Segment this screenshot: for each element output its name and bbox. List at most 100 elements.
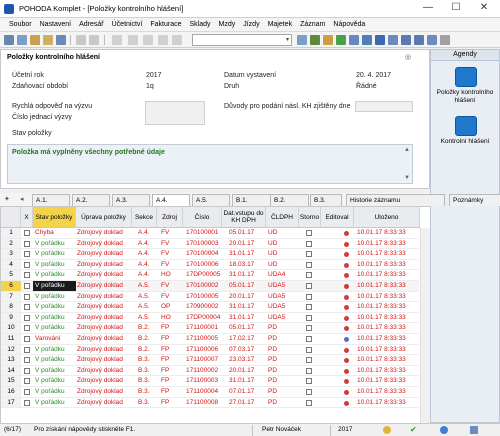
storno-checkbox[interactable] <box>306 314 312 321</box>
row-checkbox[interactable] <box>24 325 30 332</box>
table-row[interactable]: 16 V pořádku Zdrojový doklad B.3. FP 17110000… <box>1 387 419 398</box>
menu-item-5[interactable]: Sklady <box>185 18 214 31</box>
minimize-button[interactable]: — <box>414 1 442 16</box>
storno-checkbox[interactable] <box>306 399 312 406</box>
menu-item-9[interactable]: Záznam <box>296 18 329 31</box>
storno-checkbox[interactable] <box>306 389 312 395</box>
maximize-button[interactable]: ☐ <box>442 1 470 16</box>
column-header-9[interactable]: Storno <box>299 207 321 228</box>
reasons-date-field[interactable] <box>355 101 413 112</box>
delete-icon[interactable] <box>158 35 168 45</box>
column-header-8[interactable]: ČLDPH <box>266 207 299 228</box>
table-row[interactable]: 3 V pořádku Zdrojový doklad A.4. FV 170100004… <box>1 249 419 260</box>
tab-6[interactable]: B.2. <box>270 194 309 206</box>
row-checkbox[interactable] <box>24 240 30 247</box>
scroll-down-icon[interactable]: ▼ <box>404 175 410 181</box>
tab-0[interactable]: A.1. <box>32 194 70 206</box>
grid-icon[interactable] <box>362 35 372 45</box>
storno-checkbox[interactable] <box>306 293 312 300</box>
record-selector[interactable]: ▾ <box>192 34 292 46</box>
row-checkbox[interactable] <box>24 304 30 311</box>
tab-1[interactable]: A.2. <box>72 194 110 206</box>
help-icon[interactable]: ◎ <box>405 53 411 61</box>
new-icon[interactable] <box>112 35 122 45</box>
column-header-5[interactable]: Zdroj <box>157 207 183 228</box>
tab-3[interactable]: A.4. <box>152 194 190 206</box>
tab-9[interactable]: Poznámky <box>449 194 500 206</box>
isdoc-icon[interactable] <box>375 35 385 45</box>
column-header-6[interactable]: Číslo <box>183 207 222 228</box>
menu-item-8[interactable]: Majetek <box>264 18 297 31</box>
response-field[interactable] <box>145 101 205 125</box>
menu-item-10[interactable]: Nápověda <box>329 18 369 31</box>
window-icon[interactable] <box>388 35 398 45</box>
storno-checkbox[interactable] <box>306 272 312 279</box>
previous-icon[interactable] <box>297 35 307 45</box>
row-checkbox[interactable] <box>24 272 30 279</box>
table-row[interactable]: 13 V pořádku Zdrojový doklad B.3. FP 17110000… <box>1 355 419 366</box>
search-icon[interactable] <box>17 35 27 45</box>
agenda-item-kh-items[interactable]: Položky kontrolního hlášení <box>431 89 499 105</box>
key-icon[interactable] <box>56 35 66 45</box>
row-checkbox[interactable] <box>24 293 30 300</box>
close-button[interactable]: ✕ <box>470 1 498 16</box>
agenda-item-kh-report[interactable]: Kontrolní hlášení <box>431 138 499 146</box>
filter-icon[interactable] <box>310 35 320 45</box>
row-checkbox[interactable] <box>24 314 30 321</box>
row-checkbox[interactable] <box>24 251 30 258</box>
row-checkbox[interactable] <box>24 378 30 385</box>
table-row[interactable]: 15 V pořádku Zdrojový doklad B.3. FP 17110000… <box>1 376 419 387</box>
storno-checkbox[interactable] <box>306 283 312 289</box>
menu-item-1[interactable]: Nastavení <box>36 18 76 31</box>
row-checkbox[interactable] <box>24 389 30 395</box>
table-row[interactable]: 11 Varování Zdrojový doklad B.2. FP 171100005… <box>1 334 419 345</box>
table-row[interactable]: 4 V pořádku Zdrojový doklad A.4. FV 170100006… <box>1 259 419 271</box>
row-checkbox[interactable] <box>24 261 30 268</box>
row-checkbox[interactable] <box>24 230 30 236</box>
row-checkbox[interactable] <box>24 346 30 353</box>
tab-settings-icon[interactable]: ✦ <box>4 195 10 203</box>
table-row[interactable]: 12 V pořádku Zdrojový doklad B.2. FP 17110000… <box>1 344 419 356</box>
options-icon[interactable] <box>440 35 450 45</box>
table-row[interactable]: 7 V pořádku Zdrojový doklad A.5. FV 170100005… <box>1 291 419 303</box>
column-header-1[interactable]: X <box>21 207 33 228</box>
tab-scroll-icon[interactable]: ◂ <box>20 195 24 203</box>
tab-4[interactable]: A.5. <box>192 194 230 206</box>
storno-checkbox[interactable] <box>306 357 312 364</box>
column-header-3[interactable]: Úprava položky <box>76 207 132 228</box>
storno-checkbox[interactable] <box>306 336 312 342</box>
column-header-0[interactable] <box>1 207 21 228</box>
storno-checkbox[interactable] <box>306 251 312 258</box>
row-checkbox[interactable] <box>24 367 30 374</box>
copy-icon[interactable] <box>172 35 182 45</box>
column-header-11[interactable]: Uloženo <box>354 207 420 228</box>
money-icon[interactable] <box>336 35 346 45</box>
lock-icon[interactable] <box>43 35 53 45</box>
table-row[interactable]: 1 Chyba Zdrojový doklad A.4. FV 170100001 05.0… <box>1 228 419 239</box>
row-checkbox[interactable] <box>24 399 30 406</box>
column-header-4[interactable]: Sekce <box>132 207 157 228</box>
tab-2[interactable]: A.3. <box>112 194 150 206</box>
menu-item-4[interactable]: Fakturace <box>146 18 185 31</box>
column-header-7[interactable]: Dat.vstupu do KH DPH <box>222 207 266 228</box>
row-checkbox[interactable] <box>24 336 30 342</box>
storno-checkbox[interactable] <box>306 230 312 236</box>
column-header-10[interactable]: Editoval <box>321 207 354 228</box>
table-row[interactable]: 10 V pořádku Zdrojový doklad B.2. FP 17110000… <box>1 323 419 334</box>
row-checkbox[interactable] <box>24 283 30 289</box>
table-row[interactable]: 8 V pořádku Zdrojový doklad A.5. OP 170900002… <box>1 302 419 313</box>
storno-checkbox[interactable] <box>306 240 312 247</box>
kh-report-icon[interactable] <box>455 116 477 136</box>
redo-icon[interactable] <box>89 35 99 45</box>
print-icon[interactable] <box>143 35 153 45</box>
scroll-up-icon[interactable]: ▲ <box>404 147 410 153</box>
storno-checkbox[interactable] <box>306 367 312 374</box>
row-checkbox[interactable] <box>24 357 30 364</box>
calendar-status-icon[interactable] <box>383 426 391 434</box>
table-row[interactable]: 17 V pořádku Zdrojový doklad B.3. FP 17110000… <box>1 397 419 409</box>
storno-checkbox[interactable] <box>306 346 312 353</box>
layout-icon[interactable] <box>401 35 411 45</box>
folder-icon[interactable] <box>30 35 40 45</box>
panel-icon[interactable] <box>414 35 424 45</box>
record-icon[interactable] <box>4 35 14 45</box>
